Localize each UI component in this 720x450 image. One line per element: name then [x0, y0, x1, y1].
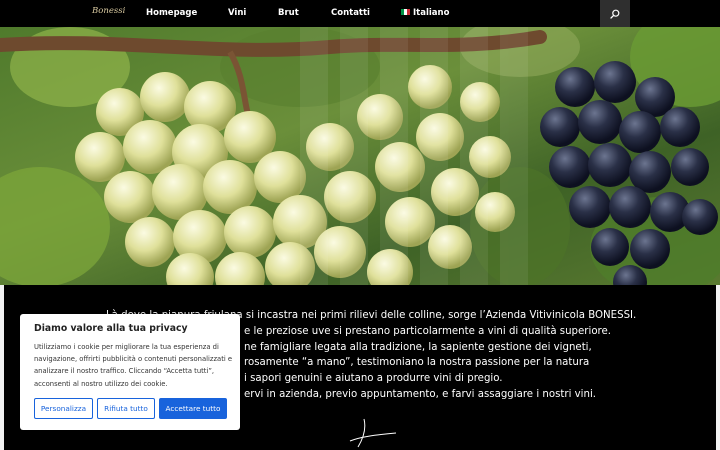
top-navbar: Bonessi Homepage Vini Brut Contatti Ital… — [0, 0, 720, 27]
italy-flag-icon — [401, 9, 410, 15]
site-logo[interactable]: Bonessi — [92, 6, 125, 16]
left-border — [0, 285, 4, 450]
menu-item-contatti[interactable]: Contatti — [331, 8, 370, 18]
search-button[interactable] — [600, 0, 630, 27]
cookie-description: Utilizziamo i cookie per migliorare la t… — [34, 343, 233, 388]
customize-button[interactable]: Personalizza — [34, 398, 93, 419]
menu-item-homepage[interactable]: Homepage — [146, 8, 197, 18]
menu-item-brut[interactable]: Brut — [278, 8, 299, 18]
search-icon — [610, 9, 620, 19]
menu-item-vini[interactable]: Vini — [228, 8, 246, 18]
reject-all-button[interactable]: Rifiuta tutto — [97, 398, 155, 419]
language-label: Italiano — [413, 8, 450, 18]
grapes-photo — [0, 27, 720, 285]
signature-mark — [349, 418, 397, 448]
cookie-consent-banner: Diamo valore alla tua privacy Utilizziam… — [20, 314, 240, 430]
right-border — [716, 285, 720, 450]
cookie-title: Diamo valore alla tua privacy — [34, 323, 188, 334]
accept-all-button[interactable]: Accettare tutto — [159, 398, 227, 419]
language-switcher[interactable]: Italiano — [401, 8, 449, 18]
hero-vineyard-image — [0, 27, 720, 285]
